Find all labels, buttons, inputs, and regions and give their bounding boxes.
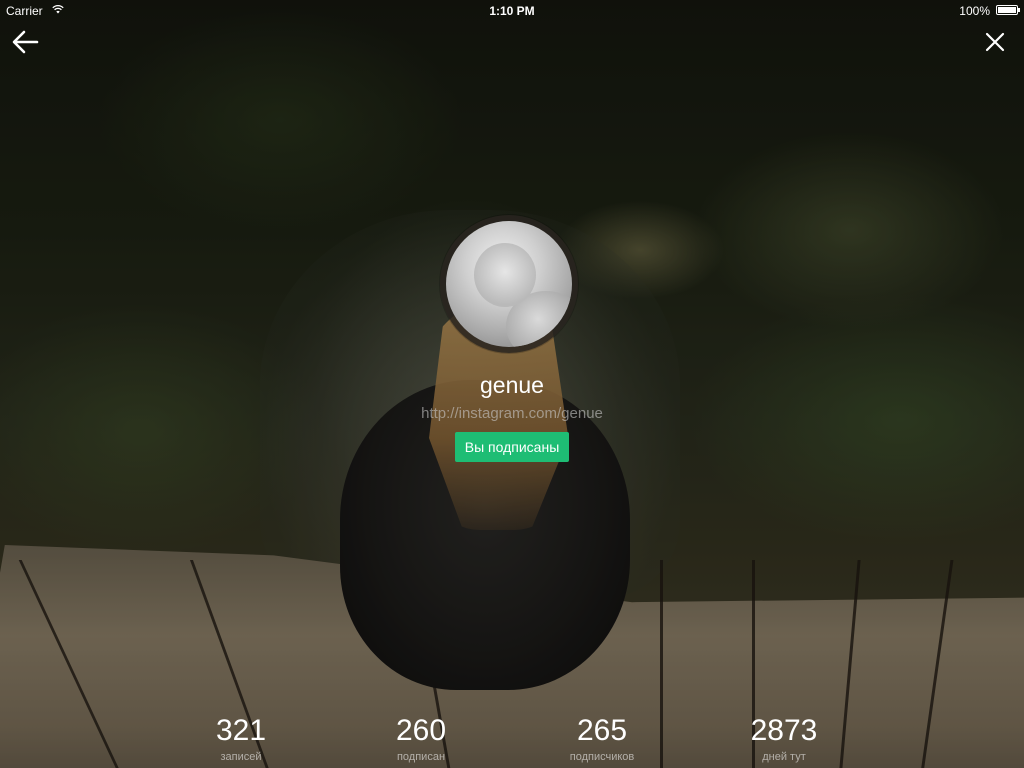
profile-url-link[interactable]: http://instagram.com/genue: [0, 405, 1024, 422]
following-button[interactable]: Вы подписаны: [455, 432, 569, 462]
back-button[interactable]: [11, 28, 39, 56]
stat-days-value: 2873: [750, 714, 818, 747]
stat-days-label: дней тут: [762, 751, 806, 763]
avatar: [440, 215, 578, 353]
stat-posts-label: записей: [220, 751, 262, 763]
clock: 1:10 PM: [489, 4, 535, 18]
stat-following[interactable]: 260 подписан: [376, 714, 466, 764]
avatar-photo: [446, 221, 572, 347]
stat-days[interactable]: 2873 дней тут: [736, 714, 832, 764]
battery-percentage: 100%: [959, 4, 990, 18]
stat-followers-value: 265: [576, 714, 628, 747]
arrow-left-icon: [12, 30, 39, 54]
stat-posts-value: 321: [215, 714, 267, 747]
stat-posts[interactable]: 321 записей: [200, 714, 282, 764]
battery-icon: [996, 5, 1020, 15]
close-icon: [985, 32, 1005, 52]
close-button[interactable]: [981, 28, 1009, 56]
stat-following-value: 260: [395, 714, 447, 747]
stat-followers[interactable]: 265 подписчиков: [552, 714, 652, 764]
username: genue: [480, 372, 544, 398]
stat-followers-label: подписчиков: [569, 751, 635, 763]
status-bar: Carrier 1:10 PM 100%: [0, 0, 1024, 20]
stat-following-label: подписан: [396, 751, 446, 763]
